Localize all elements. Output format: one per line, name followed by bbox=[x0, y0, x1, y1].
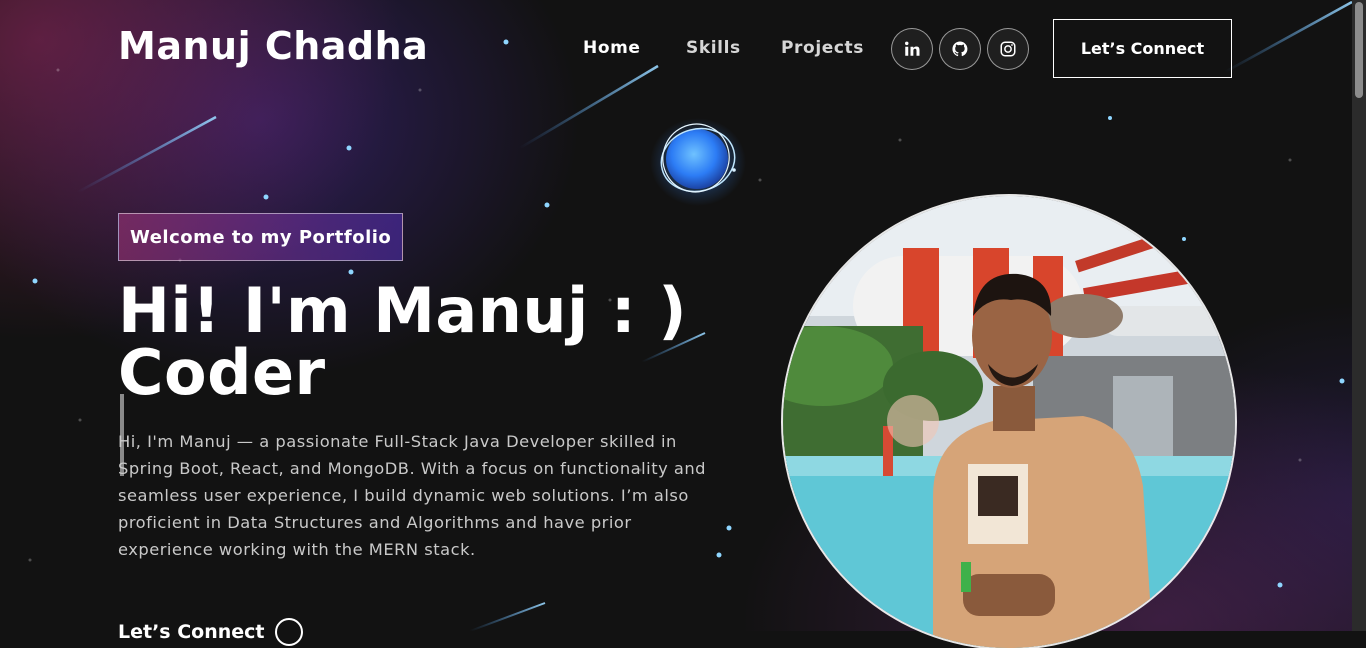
star bbox=[263, 194, 269, 200]
headline-greeting: Hi! I'm Manuj : ) bbox=[118, 274, 688, 347]
github-icon bbox=[952, 41, 968, 57]
welcome-tagline: Welcome to my Portfolio bbox=[118, 213, 404, 261]
star bbox=[1182, 237, 1186, 241]
star bbox=[1277, 582, 1283, 588]
arrow-right-circle-icon bbox=[274, 618, 303, 646]
navbar: Manuj Chadha Home Skills Projects Let’s … bbox=[0, 0, 1352, 100]
astronaut-orb-icon bbox=[650, 118, 746, 206]
linkedin-icon bbox=[905, 41, 920, 56]
star bbox=[346, 145, 352, 151]
star bbox=[726, 525, 732, 531]
nav-link-projects[interactable]: Projects bbox=[781, 38, 864, 58]
profile-photo bbox=[783, 196, 1235, 648]
star bbox=[544, 202, 550, 208]
brand-logo[interactable]: Manuj Chadha bbox=[118, 24, 428, 68]
nav-link-home[interactable]: Home bbox=[583, 38, 641, 58]
shooting-star bbox=[77, 115, 217, 194]
star bbox=[758, 178, 762, 182]
scrollbar-thumb[interactable] bbox=[1355, 2, 1363, 98]
star bbox=[1288, 158, 1292, 162]
star bbox=[28, 558, 32, 562]
star bbox=[1339, 378, 1345, 384]
star bbox=[898, 138, 902, 142]
instagram-icon bbox=[1000, 41, 1016, 57]
star bbox=[78, 418, 82, 422]
hero-connect-label: Let’s Connect bbox=[118, 621, 265, 643]
star bbox=[1108, 116, 1112, 120]
star bbox=[1298, 458, 1302, 462]
typed-role: Coder bbox=[118, 336, 326, 409]
hero-connect-link[interactable]: Let’s Connect bbox=[118, 618, 303, 646]
linkedin-button[interactable] bbox=[891, 28, 933, 70]
star bbox=[32, 278, 38, 284]
instagram-button[interactable] bbox=[987, 28, 1029, 70]
nav-link-skills[interactable]: Skills bbox=[686, 38, 741, 58]
intro-paragraph: Hi, I'm Manuj — a passionate Full-Stack … bbox=[118, 432, 707, 559]
github-button[interactable] bbox=[939, 28, 981, 70]
lets-connect-button[interactable]: Let’s Connect bbox=[1053, 19, 1232, 78]
shooting-star bbox=[469, 602, 546, 631]
profile-photo-illustration bbox=[783, 196, 1235, 648]
